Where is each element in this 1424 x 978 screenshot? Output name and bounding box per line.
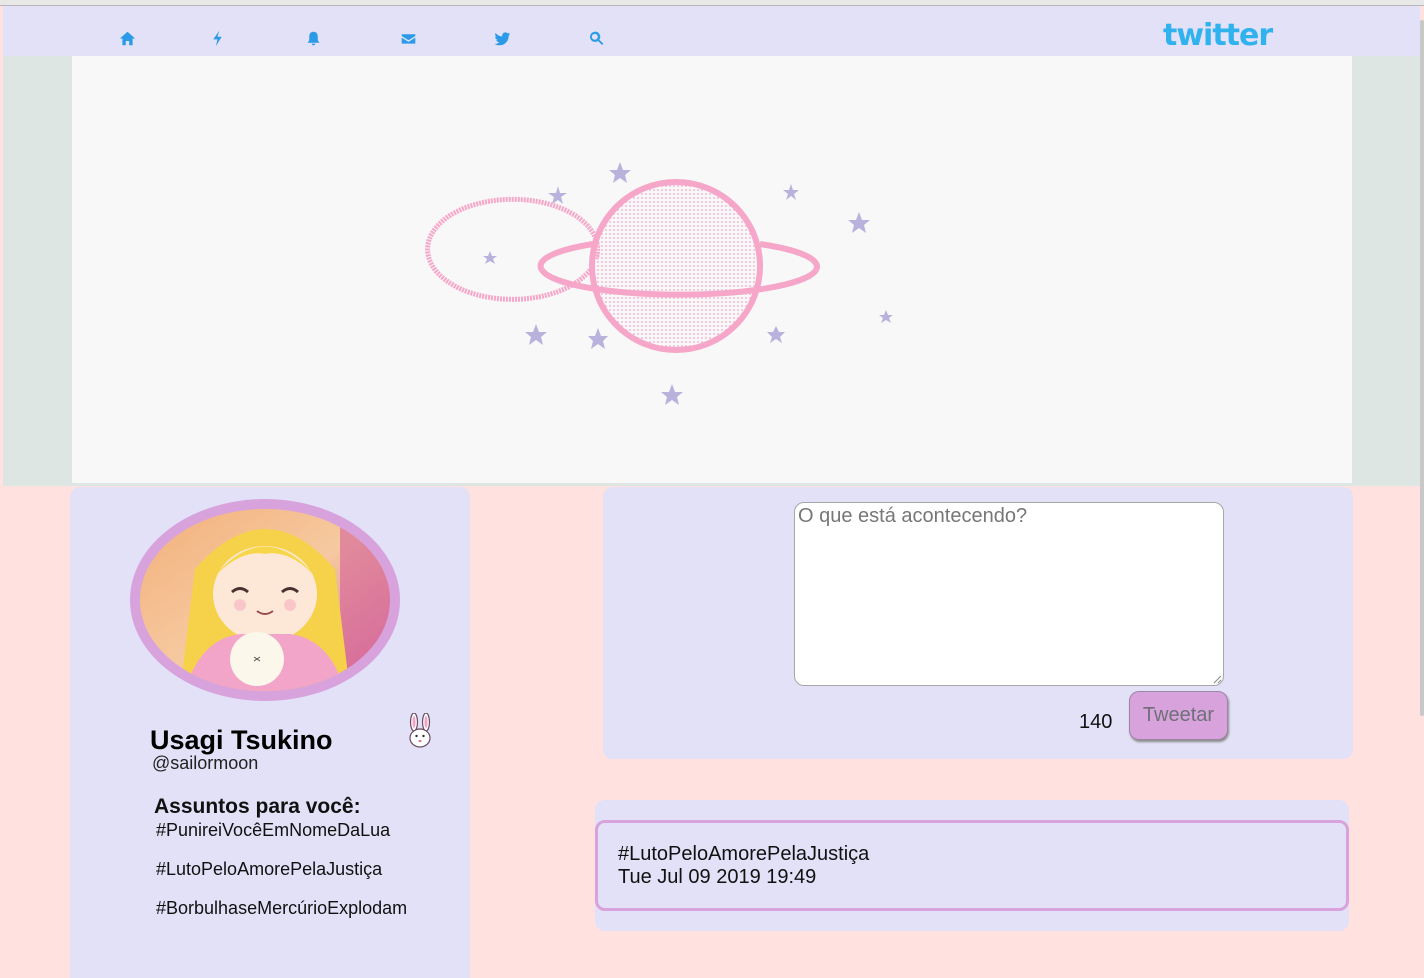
scrollbar[interactable] — [1420, 20, 1424, 716]
topic-link[interactable]: #LutoPeloAmorePelaJustiça — [156, 859, 382, 880]
twitter-logo[interactable]: twitter — [1163, 18, 1273, 53]
topic-link[interactable]: #BorbulhaseMercúrioExplodam — [156, 898, 407, 919]
bunny-icon — [409, 713, 431, 748]
resize-grip-icon[interactable] — [1213, 675, 1222, 684]
tweet-button[interactable]: Tweetar — [1129, 691, 1228, 740]
topics-title: Assuntos para você: — [154, 795, 361, 818]
navbar: twitter — [3, 6, 1420, 56]
tweet-item[interactable]: #LutoPeloAmorePelaJustiça Tue Jul 09 201… — [595, 820, 1349, 911]
profile-name: Usagi Tsukino — [150, 725, 333, 755]
home-icon[interactable] — [117, 28, 137, 48]
planet-illustration — [425, 179, 820, 353]
feed-card: #LutoPeloAmorePelaJustiça Tue Jul 09 201… — [595, 800, 1349, 931]
lightning-icon[interactable] — [207, 28, 227, 48]
tweet-input[interactable] — [794, 502, 1224, 686]
twitter-bird-icon[interactable] — [492, 28, 512, 48]
character-counter: 140 — [1079, 711, 1113, 733]
tweet-timestamp: Tue Jul 09 2019 19:49 — [618, 866, 817, 888]
profile-card: Usagi Tsukino @sailormoon Assuntos para … — [70, 487, 470, 978]
compose-card: 140 Tweetar — [603, 487, 1353, 759]
tweet-text: #LutoPeloAmorePelaJustiça — [618, 843, 870, 865]
avatar[interactable] — [130, 499, 400, 701]
cover-image — [72, 56, 1352, 483]
envelope-icon[interactable] — [398, 28, 418, 48]
profile-handle: @sailormoon — [152, 753, 259, 773]
bell-icon[interactable] — [303, 28, 323, 48]
topic-link[interactable]: #PunireiVocêEmNomeDaLua — [156, 820, 390, 841]
search-icon[interactable] — [586, 28, 606, 48]
